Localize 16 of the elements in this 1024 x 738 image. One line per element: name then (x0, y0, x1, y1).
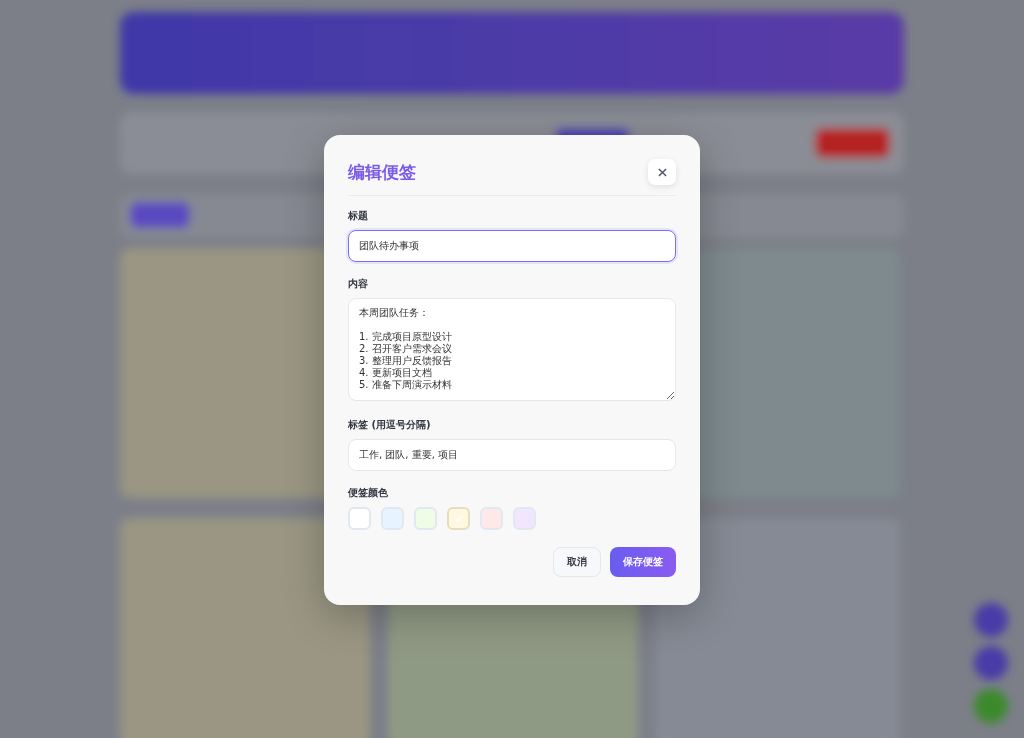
field-label: 标签 (用逗号分隔) (348, 419, 432, 431)
color-swatch[interactable] (447, 507, 470, 530)
field-label: 便签颜色 (348, 487, 389, 499)
cancel-button[interactable]: 取消 (553, 547, 601, 577)
close-button[interactable] (648, 159, 676, 185)
color-swatch[interactable] (348, 507, 371, 530)
input-field[interactable]: 工作, 团队, 重要, 项目 (348, 439, 676, 471)
field-label: 标题 (348, 210, 369, 222)
field-label: 内容 (348, 278, 369, 290)
dialog-title: 编辑便签 (348, 161, 416, 184)
color-swatch[interactable] (480, 507, 503, 530)
input-field[interactable]: 团队待办事项 (348, 230, 676, 262)
close-icon (657, 167, 667, 177)
check-icon (454, 514, 463, 523)
content-textarea[interactable]: 本周团队任务： 1. 完成项目原型设计 2. 召开客户需求会议 3. 整理用户反馈报告 4. 更新项目文档 5. 准备下周演示材料 (348, 298, 676, 401)
save-button[interactable]: 保存便签 (610, 547, 676, 577)
